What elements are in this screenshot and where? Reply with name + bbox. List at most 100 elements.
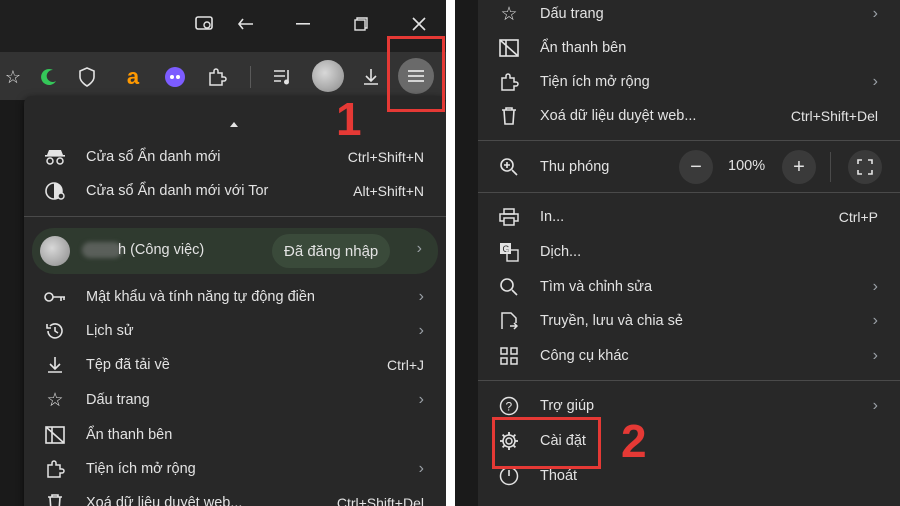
key-icon	[44, 286, 66, 308]
signed-in-label: Đã đăng nhập	[284, 242, 379, 260]
menu-item-label: Xoá dữ liệu duyệt web...	[86, 495, 243, 506]
menu-item-label: Dấu trang	[540, 6, 604, 22]
shield-extension-icon[interactable]	[74, 64, 100, 90]
menu-item-new-tor-window[interactable]: Cửa sổ Ẩn danh mới với Tor Alt+Shift+N	[24, 174, 446, 208]
chrome-main-menu: Cửa sổ Ẩn danh mới Ctrl+Shift+N Cửa sổ Ẩ…	[24, 96, 446, 506]
menu-item-label: Cửa sổ Ẩn danh mới	[86, 149, 221, 165]
help-icon: ?	[498, 395, 520, 417]
menu-item-clear-data[interactable]: Xoá dữ liệu duyệt web... Ctrl+Shift+Del	[478, 99, 900, 133]
menu-divider	[478, 140, 900, 141]
fullscreen-button[interactable]	[848, 150, 882, 184]
search-icon	[498, 276, 520, 298]
menu-item-clear-data[interactable]: Xoá dữ liệu duyệt web... Ctrl+Shift+Del	[24, 486, 446, 506]
menu-item-new-incognito[interactable]: Cửa sổ Ẩn danh mới Ctrl+Shift+N	[24, 140, 446, 174]
trash-icon	[44, 492, 66, 506]
avatar[interactable]	[312, 60, 344, 92]
highlight-box-menu	[387, 36, 445, 112]
history-icon	[44, 320, 66, 342]
menu-item-downloads[interactable]: Tệp đã tải về Ctrl+J	[24, 348, 446, 382]
menu-item-hide-sidebar[interactable]: Ẩn thanh bên	[24, 418, 446, 452]
menu-item-label: Cửa sổ Ẩn danh mới với Tor	[86, 183, 269, 199]
menu-divider	[24, 216, 446, 217]
zoom-in-button[interactable]: +	[782, 150, 816, 184]
menu-item-translate[interactable]: G Dịch...	[478, 235, 900, 269]
fullscreen-icon	[857, 159, 873, 175]
minimize-icon[interactable]	[288, 10, 318, 38]
menu-item-history[interactable]: Lịch sử ›	[24, 314, 446, 348]
media-playlist-icon[interactable]	[270, 64, 296, 90]
menu-item-label: Truyền, lưu và chia sẻ	[540, 313, 683, 329]
chevron-right-icon: ›	[416, 240, 422, 257]
menu-item-label: Tệp đã tải về	[86, 357, 170, 373]
avatar	[40, 236, 70, 266]
trash-icon	[498, 105, 520, 127]
tools-icon	[498, 345, 520, 367]
menu-item-label: Tìm và chỉnh sửa	[540, 279, 653, 295]
star-icon: ☆	[46, 389, 64, 411]
chevron-right-icon: ›	[872, 347, 878, 364]
title-bar	[0, 0, 446, 48]
back-arrow-icon[interactable]	[232, 10, 262, 38]
chevron-right-icon: ›	[418, 391, 424, 408]
restore-icon[interactable]	[346, 10, 376, 38]
zoom-divider	[830, 152, 831, 182]
menu-item-shortcut: Ctrl+Shift+N	[347, 149, 424, 165]
profile-row[interactable]: h (Công việc) Đã đăng nhập ›	[32, 228, 438, 274]
search-tabs-icon[interactable]	[190, 10, 220, 38]
zoom-out-button[interactable]: −	[679, 150, 713, 184]
toolbar-divider	[250, 66, 251, 88]
menu-item-label: Thoát	[540, 468, 578, 484]
menu-item-label: Mật khẩu và tính năng tự động điền	[86, 289, 315, 305]
menu-item-extensions[interactable]: Tiện ích mở rộng ›	[24, 452, 446, 486]
menu-item-shortcut: Ctrl+Shift+Del	[336, 495, 424, 506]
bot-extension-icon[interactable]	[162, 64, 188, 90]
browser-toolbar: ☆ a	[0, 52, 446, 100]
menu-item-label: Trợ giúp	[540, 398, 595, 414]
menu-item-print[interactable]: In... Ctrl+P	[478, 200, 900, 234]
bookmark-star-icon[interactable]: ☆	[0, 64, 26, 90]
highlight-box-settings	[492, 417, 601, 469]
menu-item-label: Xoá dữ liệu duyệt web...	[540, 108, 697, 124]
extension-icon	[44, 458, 66, 480]
menu-divider	[478, 380, 900, 381]
tor-icon	[44, 180, 66, 202]
close-icon[interactable]	[404, 10, 434, 38]
menu-item-bookmarks[interactable]: ☆ Dấu trang ›	[24, 383, 446, 417]
menu-divider	[478, 192, 900, 193]
step-number-2: 2	[621, 415, 647, 467]
menu-item-find-edit[interactable]: Tìm và chỉnh sửa ›	[478, 270, 900, 304]
menu-item-passwords[interactable]: Mật khẩu và tính năng tự động điền ›	[24, 280, 446, 314]
menu-item-more-tools[interactable]: Công cụ khác ›	[478, 339, 900, 373]
menu-item-extensions[interactable]: Tiện ích mở rộng ›	[478, 65, 900, 99]
chevron-right-icon: ›	[872, 312, 878, 329]
cast-icon	[498, 310, 520, 332]
page-background	[455, 0, 478, 506]
chevron-right-icon: ›	[872, 73, 878, 90]
extension-icon	[498, 71, 520, 93]
menu-item-bookmarks[interactable]: ☆ Dấu trang ›	[478, 0, 900, 31]
chevron-right-icon: ›	[418, 460, 424, 477]
menu-item-shortcut: Ctrl+P	[838, 209, 878, 225]
star-icon: ☆	[500, 3, 518, 25]
amazon-extension-icon[interactable]: a	[120, 64, 146, 90]
page-background	[0, 100, 24, 506]
blurred-name	[82, 242, 122, 258]
chevron-right-icon: ›	[418, 322, 424, 339]
menu-item-cast-save-share[interactable]: Truyền, lưu và chia sẻ ›	[478, 304, 900, 338]
chevron-right-icon: ›	[872, 278, 878, 295]
plus-icon: +	[793, 155, 805, 178]
moon-extension-icon[interactable]	[36, 64, 62, 90]
menu-item-label: Dịch...	[540, 244, 582, 260]
puzzle-extension-icon[interactable]	[204, 64, 230, 90]
left-screenshot: ☆ a Cửa sổ Ẩn danh mới Ctrl+Shift+N Cửa …	[0, 0, 446, 506]
zoom-icon	[498, 156, 520, 178]
download-icon[interactable]	[358, 64, 384, 90]
menu-item-hide-sidebar[interactable]: Ẩn thanh bên	[478, 31, 900, 65]
menu-item-label: In...	[540, 209, 565, 225]
menu-item-label: Tiện ích mở rộng	[86, 461, 196, 477]
download-icon	[44, 354, 66, 376]
svg-text:G: G	[503, 244, 510, 254]
separator	[446, 0, 455, 506]
sidebar-icon	[498, 37, 520, 59]
zoom-label: Thu phóng	[540, 159, 610, 175]
